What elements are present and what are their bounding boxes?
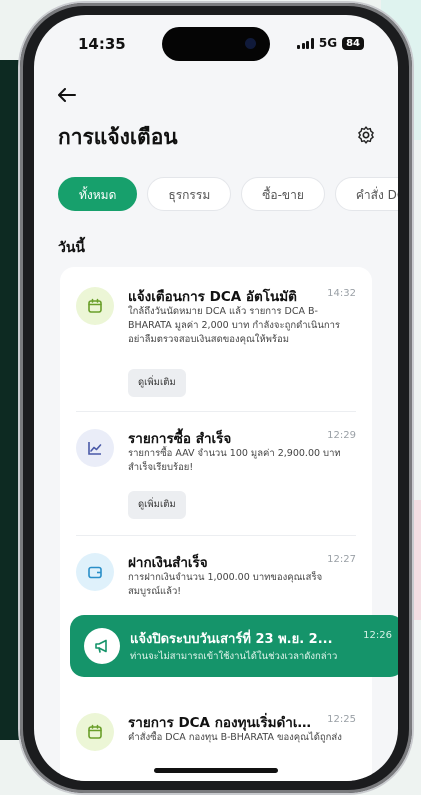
phone-screen: 14:35 5G 84 การแจ้งเตือน ทั้งหมด ธุรกรรม… [34,15,398,781]
dynamic-island [162,27,270,61]
notification-title: รายการซื้อ สำเร็จ [128,431,232,447]
phone-frame: 14:35 5G 84 การแจ้งเตือน ทั้งหมด ธุรกรรม… [20,3,412,793]
notification-title: แจ้งเตือนการ DCA อัตโนมัติ [128,289,297,305]
notification-body: รายการซื้อ AAV จำนวน 100 มูลค่า 2,900.00… [128,448,341,473]
notifications-card: แจ้งเตือนการ DCA อัตโนมัติ 14:32 ใกล้ถึง… [60,267,372,781]
notification-item[interactable]: แจ้งเตือนการ DCA อัตโนมัติ 14:32 ใกล้ถึง… [60,267,372,407]
home-indicator[interactable] [154,768,278,773]
filter-chip-transactions[interactable]: ธุรกรรม [147,177,232,211]
wallet-icon [76,553,114,591]
notification-item[interactable]: รายการซื้อ สำเร็จ 12:29 รายการซื้อ AAV จ… [60,413,372,531]
notification-title: แจ้งปิดระบบวันเสาร์ที่ 23 พ.ย. 2... [130,632,333,647]
section-today: วันนี้ [58,240,86,256]
calendar-icon [76,713,114,751]
filter-chip-buy-sell[interactable]: ซื้อ-ขาย [241,177,325,211]
back-arrow-icon[interactable] [58,85,76,105]
notification-title: รายการ DCA กองทุนเริ่มดำเนิน... [128,715,312,731]
notification-item-highlighted[interactable]: แจ้งปิดระบบวันเสาร์ที่ 23 พ.ย. 2... 12:2… [70,615,398,677]
notification-time: 12:29 [327,430,356,441]
signal-icon [297,37,314,49]
gear-icon[interactable] [356,125,376,148]
filter-chip-dca-orders[interactable]: คำสั่ง DCA [334,177,398,211]
notification-time: 12:25 [327,714,356,725]
status-time: 14:35 [78,35,126,53]
notification-item[interactable]: รายการ DCA กองทุนเริ่มดำเนิน... 12:25 คำ… [60,689,372,779]
status-indicators: 5G 84 [297,36,364,50]
see-more-button[interactable]: ดูเพิ่มเติม [128,369,186,397]
page-title: การแจ้งเตือน [58,125,178,149]
notification-title: ฝากเงินสำเร็จ [128,555,208,571]
filter-chips: ทั้งหมด ธุรกรรม ซื้อ-ขาย คำสั่ง DCA [58,177,398,211]
camera-icon [245,38,256,49]
notification-time: 14:32 [327,288,356,299]
see-more-button[interactable]: ดูเพิ่มเติม [128,491,186,519]
status-bar: 14:35 5G 84 [34,15,398,71]
notification-time: 12:26 [363,630,392,641]
divider [76,535,356,536]
network-label: 5G [318,36,338,50]
notification-item[interactable]: ฝากเงินสำเร็จ 12:27 การฝากเงินจำนวน 1,00… [60,537,372,613]
notification-body: ใกล้ถึงวันนัดหมาย DCA แล้ว รายการ DCA B-… [128,306,341,345]
megaphone-icon [84,628,120,664]
divider [76,411,356,412]
notification-body: คำสั่งซื้อ DCA กองทุน B-BHARATA ของคุณได… [128,732,342,743]
background-panel-left [0,60,22,740]
notification-body: ท่านจะไม่สามารถเข้าใช้งานได้ในช่วงเวลาดั… [130,651,338,662]
chart-line-icon [76,429,114,467]
filter-chip-all[interactable]: ทั้งหมด [58,177,138,211]
notification-time: 12:27 [327,554,356,565]
battery-icon: 84 [342,36,364,50]
calendar-icon [76,287,114,325]
notification-body: การฝากเงินจำนวน 1,000.00 บาทของคุณเสร็จส… [128,572,323,597]
